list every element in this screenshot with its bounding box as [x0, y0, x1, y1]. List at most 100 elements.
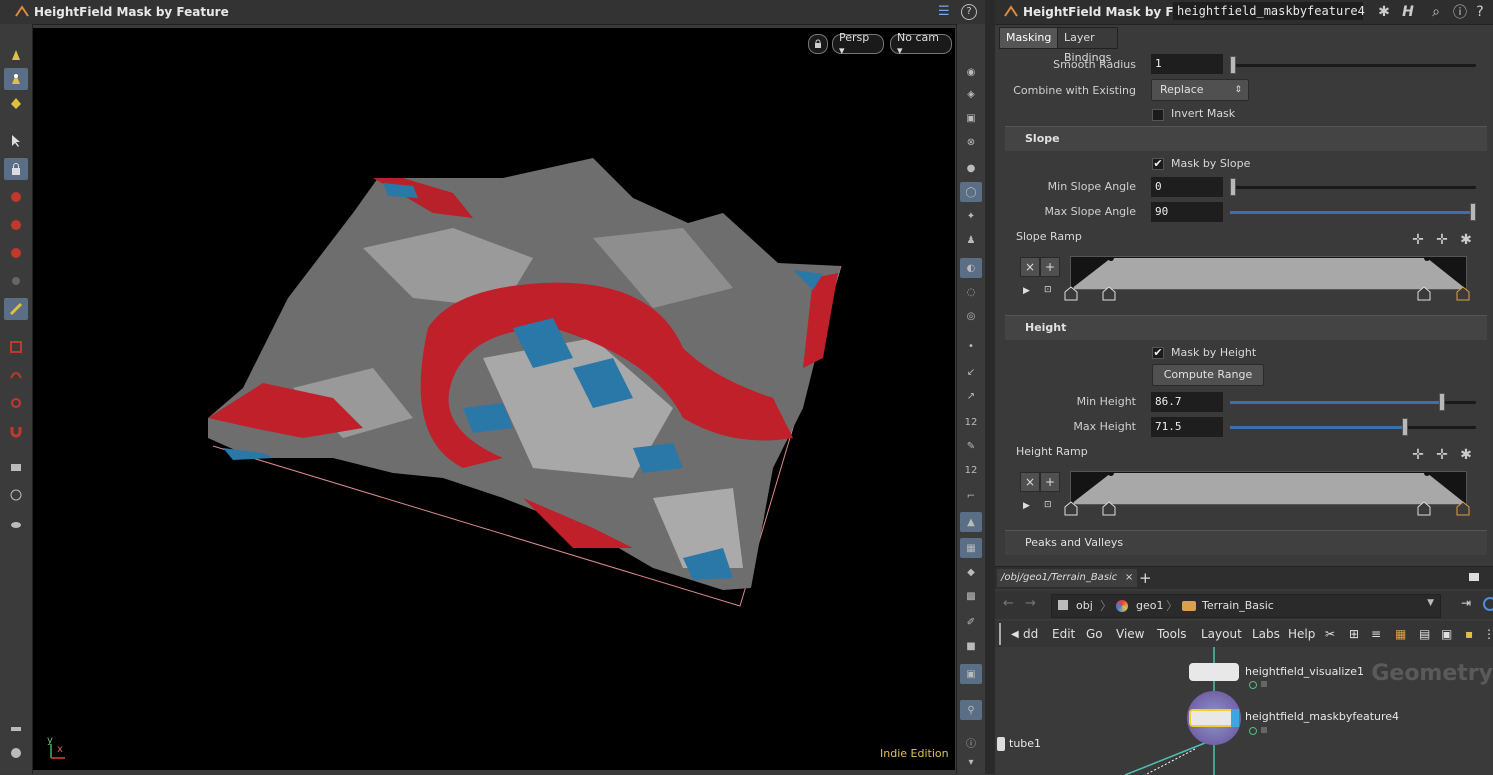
sticky-note-icon[interactable]: ▪: [1465, 627, 1473, 641]
smooth-radius-slider[interactable]: [1230, 56, 1476, 74]
menu-go[interactable]: Go: [1086, 627, 1103, 641]
min-height-knob[interactable]: [1438, 393, 1445, 411]
snapshot-icon[interactable]: ▣: [960, 664, 982, 684]
search-icon[interactable]: ⌕: [1427, 3, 1445, 21]
pin-icon[interactable]: ⚲: [960, 700, 982, 720]
network-canvas[interactable]: Geometry heightfield_visualize1 heightfi…: [995, 647, 1493, 775]
texture-icon[interactable]: ▩: [960, 586, 982, 606]
crumb-geo1[interactable]: geo1: [1136, 599, 1163, 612]
points-mode-icon[interactable]: [4, 68, 28, 90]
smooth-radius-field[interactable]: 1: [1151, 54, 1223, 74]
smooth-shade-icon[interactable]: ●: [960, 158, 982, 178]
info-icon[interactable]: ⓘ: [960, 732, 982, 752]
menu-help[interactable]: Help: [1288, 627, 1315, 641]
display-flag-icon[interactable]: [1231, 709, 1239, 727]
ramp-delete-button[interactable]: ×: [1020, 257, 1040, 277]
color-palette-icon[interactable]: ▦: [1395, 627, 1406, 641]
min-slope-knob[interactable]: [1230, 178, 1236, 196]
max-height-slider[interactable]: [1230, 418, 1476, 436]
tab-masking[interactable]: Masking: [999, 27, 1059, 49]
list-icon[interactable]: ≡: [1371, 627, 1381, 641]
min-height-slider[interactable]: [1230, 393, 1476, 411]
compute-range-button[interactable]: Compute Range: [1152, 364, 1264, 386]
crumb-obj[interactable]: obj: [1076, 599, 1093, 612]
smooth-radius-knob[interactable]: [1230, 56, 1236, 74]
max-slope-field[interactable]: 90: [1151, 202, 1223, 222]
no-cam-menu[interactable]: No cam ▾: [890, 31, 952, 57]
node-lock-icon[interactable]: [1261, 681, 1267, 687]
ramp-expand-icon[interactable]: ▶: [1023, 286, 1030, 296]
pen-icon[interactable]: ✐: [960, 612, 982, 632]
menu-labs[interactable]: Labs: [1252, 627, 1280, 641]
max-slope-knob[interactable]: [1470, 203, 1476, 221]
snap-point-icon[interactable]: [4, 392, 28, 414]
slope-ramp-editor[interactable]: [1068, 255, 1469, 292]
3d-viewport[interactable]: y x Indie Edition: [33, 28, 955, 770]
gear-icon[interactable]: ✱: [1375, 3, 1393, 21]
ramp-move-icon[interactable]: ✛: [1409, 231, 1427, 249]
measure-icon[interactable]: ⌐: [960, 486, 982, 506]
rotate-tool-icon[interactable]: [4, 214, 28, 236]
node-lock-icon[interactable]: [1261, 727, 1267, 733]
add-tab-icon[interactable]: +: [1139, 569, 1152, 587]
viewport-layout-icon[interactable]: ☰: [938, 4, 950, 19]
combine-dropdown[interactable]: Replace ⇕: [1151, 79, 1249, 101]
person-icon[interactable]: ♟: [960, 230, 982, 250]
paint-tool-icon[interactable]: [4, 718, 28, 740]
chevron-down-icon[interactable]: ▼: [1427, 598, 1434, 608]
maximize-icon[interactable]: [1469, 573, 1479, 581]
vector-display-icon[interactable]: ↗: [960, 386, 982, 406]
height-ramp-editor[interactable]: [1068, 470, 1469, 507]
peaks-valleys-section-header[interactable]: Peaks and Valleys: [1005, 530, 1487, 555]
select-arrow-icon[interactable]: [4, 130, 28, 152]
checker-icon[interactable]: ▦: [960, 538, 982, 558]
prim-number-icon[interactable]: 12: [960, 460, 982, 480]
snap-grid-icon[interactable]: [4, 336, 28, 358]
help-icon[interactable]: ?: [961, 4, 977, 20]
ramp-add-icon[interactable]: ✛: [1433, 231, 1451, 249]
settings-tool-icon[interactable]: [4, 742, 28, 764]
pin-icon[interactable]: ⇥: [1461, 596, 1471, 610]
move-tool-icon[interactable]: [4, 186, 28, 208]
heightfield-visualize-node[interactable]: [1189, 663, 1239, 681]
ramp-fit-icon[interactable]: ⊡: [1044, 500, 1052, 510]
persp-camera-menu[interactable]: Persp ▾: [832, 31, 884, 57]
invert-mask-checkbox[interactable]: [1152, 109, 1164, 121]
height-section-header[interactable]: Height: [1005, 315, 1487, 340]
info-icon[interactable]: ⓘ: [1451, 3, 1469, 21]
normal-display-icon[interactable]: ↙: [960, 362, 982, 382]
scroll-down-icon[interactable]: ▾: [960, 752, 982, 772]
view-tool-icon[interactable]: [4, 484, 28, 506]
ramp-insert-button[interactable]: +: [1040, 257, 1060, 277]
scale-tool-icon[interactable]: [4, 242, 28, 264]
ramp-add-icon[interactable]: ✛: [1433, 446, 1451, 464]
shading-icon[interactable]: ◐: [960, 258, 982, 278]
grid-icon[interactable]: ▤: [1419, 627, 1430, 641]
point-display-icon[interactable]: •: [960, 336, 982, 356]
close-tab-icon[interactable]: ×: [1125, 569, 1133, 587]
display-options-icon[interactable]: ◈: [960, 84, 982, 104]
light-icon[interactable]: ◯: [960, 182, 982, 202]
point-number-icon[interactable]: 12: [960, 412, 982, 432]
bulb-icon[interactable]: ✦: [960, 206, 982, 226]
menu-add[interactable]: dd: [1023, 627, 1038, 641]
mask-by-height-checkbox[interactable]: ✔: [1152, 347, 1164, 359]
pose-tool-icon[interactable]: [4, 270, 28, 292]
lock-icon[interactable]: [4, 158, 28, 180]
ramp-gear-icon[interactable]: ✱: [1457, 446, 1475, 464]
link-icon[interactable]: [1483, 597, 1493, 611]
brush-icon[interactable]: ✎: [960, 436, 982, 456]
help-icon[interactable]: ?: [1471, 3, 1489, 21]
tree-icon[interactable]: ⊞: [1349, 627, 1359, 641]
node-flag-icon[interactable]: [1249, 727, 1257, 735]
max-height-field[interactable]: 71.5: [1151, 417, 1223, 437]
camera-tool-icon[interactable]: [4, 456, 28, 478]
select-mode-icon[interactable]: [4, 44, 28, 66]
slope-section-header[interactable]: Slope: [1005, 126, 1487, 151]
network-tab[interactable]: /obj/geo1/Terrain_Basic ×: [997, 569, 1138, 587]
menu-scroll-left-icon[interactable]: ◀: [1011, 629, 1019, 640]
handle-tool-icon[interactable]: [4, 298, 28, 320]
min-slope-slider[interactable]: [1230, 178, 1476, 196]
ramp-move-icon[interactable]: ✛: [1409, 446, 1427, 464]
faces-mode-icon[interactable]: [4, 92, 28, 114]
